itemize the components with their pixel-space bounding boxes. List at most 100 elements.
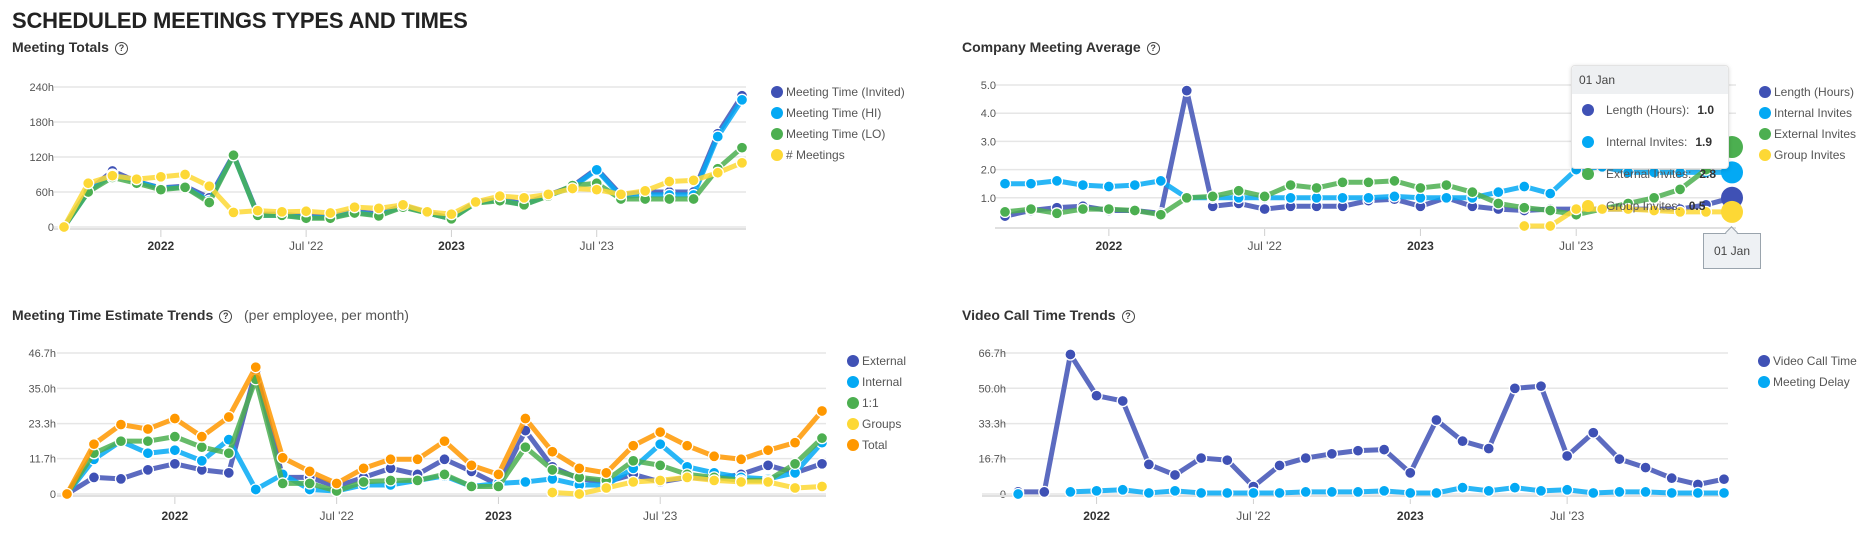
data-point-length-hours[interactable] — [1180, 84, 1193, 97]
data-point-total[interactable] — [330, 477, 343, 490]
data-point-meetings[interactable] — [445, 208, 458, 221]
data-point-meeting-delay[interactable] — [1011, 487, 1025, 501]
data-point-meeting-delay[interactable] — [1064, 485, 1077, 499]
data-point-groups[interactable] — [788, 481, 802, 495]
data-point-1-1[interactable] — [654, 459, 667, 472]
data-point-video-call-time[interactable] — [1717, 473, 1731, 486]
data-point-1-1[interactable] — [222, 447, 235, 460]
data-point-external-invites[interactable] — [1466, 186, 1479, 199]
data-point-meetings[interactable] — [57, 220, 71, 234]
data-point-meetings[interactable] — [517, 191, 531, 204]
data-point-meeting-delay[interactable] — [1717, 486, 1731, 500]
data-point-1-1[interactable] — [114, 435, 128, 448]
data-point-meeting-delay[interactable] — [1404, 486, 1417, 500]
data-point-video-call-time[interactable] — [1482, 442, 1495, 455]
data-point-meetings[interactable] — [638, 184, 652, 197]
data-point-meeting-time-lo[interactable] — [203, 196, 216, 209]
data-point-internal[interactable] — [519, 475, 532, 489]
data-point-meeting-time-lo[interactable] — [735, 141, 749, 154]
legend-item-meeting-time-invited[interactable]: Meeting Time (Invited) — [771, 81, 905, 102]
data-point-groups[interactable] — [573, 487, 586, 501]
data-point-meeting-delay[interactable] — [1194, 486, 1208, 500]
data-point-1-1[interactable] — [519, 441, 532, 454]
data-point-groups[interactable] — [600, 481, 613, 495]
data-point-groups[interactable] — [654, 474, 667, 487]
data-point-video-call-time[interactable] — [1116, 394, 1129, 408]
data-point-meetings[interactable] — [687, 174, 700, 187]
data-point-meetings[interactable] — [275, 205, 289, 218]
data-point-total[interactable] — [707, 450, 721, 463]
data-point-total[interactable] — [357, 462, 370, 475]
data-point-1-1[interactable] — [357, 475, 370, 489]
data-point-video-call-time[interactable] — [1508, 382, 1522, 395]
data-point-internal[interactable] — [168, 444, 182, 457]
data-point-video-call-time[interactable] — [1587, 426, 1600, 439]
data-point-1-1[interactable] — [276, 477, 289, 490]
data-point-1-1[interactable] — [438, 468, 451, 481]
data-point-meetings[interactable] — [566, 182, 579, 195]
data-point-video-call-time[interactable] — [1299, 451, 1312, 465]
data-point-total[interactable] — [546, 445, 559, 458]
legend-item-groups[interactable]: Groups — [847, 413, 906, 434]
data-point-internal-invites[interactable] — [1024, 177, 1038, 190]
data-point-internal[interactable] — [249, 483, 262, 496]
legend-item-group-invites[interactable]: Group Invites — [1759, 144, 1856, 165]
data-point-total[interactable] — [222, 410, 235, 424]
data-point-video-call-time[interactable] — [1325, 447, 1339, 460]
data-point-meetings[interactable] — [106, 169, 119, 182]
data-point-groups[interactable] — [707, 474, 721, 487]
data-point-external-invites[interactable] — [1492, 197, 1505, 210]
data-point-total[interactable] — [411, 453, 424, 466]
data-point-1-1[interactable] — [788, 457, 802, 470]
data-point-meeting-delay[interactable] — [1221, 486, 1234, 500]
data-point-meeting-delay[interactable] — [1534, 484, 1548, 497]
data-point-internal-invites[interactable] — [1102, 180, 1116, 193]
legend-item-internal-invites[interactable]: Internal Invites — [1759, 102, 1856, 123]
data-point-video-call-time[interactable] — [1351, 444, 1365, 457]
data-point-group-invites[interactable] — [1544, 219, 1557, 233]
data-point-external-invites[interactable] — [1232, 184, 1245, 197]
data-point-meetings[interactable] — [590, 183, 603, 196]
data-point-internal[interactable] — [141, 447, 155, 460]
data-point-external-invites[interactable] — [1102, 202, 1116, 216]
data-point-total[interactable] — [276, 451, 289, 464]
data-point-meetings[interactable] — [614, 188, 628, 201]
data-point-video-call-time[interactable] — [1560, 449, 1574, 463]
data-point-external-invites[interactable] — [1050, 207, 1064, 220]
data-point-video-call-time[interactable] — [1430, 413, 1443, 427]
data-point-external-invites[interactable] — [1414, 181, 1427, 195]
data-point-internal[interactable] — [195, 454, 208, 467]
data-point-total[interactable] — [195, 430, 208, 443]
data-point-meeting-delay[interactable] — [1430, 486, 1443, 500]
data-point-total[interactable] — [87, 438, 101, 451]
data-point-video-call-time[interactable] — [1404, 466, 1417, 480]
legend-item-video-call-time[interactable]: Video Call Time — [1758, 350, 1857, 371]
data-point-internal-invites[interactable] — [1518, 180, 1531, 193]
data-point-external-invites[interactable] — [1518, 201, 1531, 214]
data-point-meeting-delay[interactable] — [1247, 486, 1260, 500]
data-point-meetings[interactable] — [396, 198, 410, 211]
data-point-meeting-delay[interactable] — [1168, 484, 1182, 497]
data-point-meeting-delay[interactable] — [1090, 484, 1103, 497]
data-point-meetings[interactable] — [421, 205, 434, 218]
data-point-meeting-delay[interactable] — [1351, 485, 1365, 499]
data-point-video-call-time[interactable] — [1456, 435, 1469, 448]
data-point-meeting-time-hi[interactable] — [590, 163, 603, 176]
data-point-external[interactable] — [168, 457, 182, 470]
legend-item-meeting-time-lo[interactable]: Meeting Time (LO) — [771, 123, 905, 144]
data-point-groups[interactable] — [546, 486, 559, 499]
data-point-total[interactable] — [761, 444, 775, 457]
data-point-total[interactable] — [168, 412, 182, 425]
help-circle-icon[interactable]: ? — [114, 42, 128, 55]
data-point-meeting-delay[interactable] — [1508, 481, 1522, 494]
data-point-meetings[interactable] — [82, 177, 95, 190]
data-point-meeting-delay[interactable] — [1299, 485, 1312, 499]
legend-item-length-hours[interactable]: Length (Hours) — [1759, 81, 1856, 102]
data-point-video-call-time[interactable] — [1090, 389, 1103, 402]
data-point-video-call-time[interactable] — [1639, 461, 1652, 474]
help-circle-icon[interactable]: ? — [1121, 310, 1135, 323]
data-point-external[interactable] — [222, 466, 235, 480]
data-point-meetings[interactable] — [324, 206, 337, 220]
data-point-meeting-delay[interactable] — [1482, 484, 1495, 497]
data-point-external[interactable] — [87, 471, 101, 484]
